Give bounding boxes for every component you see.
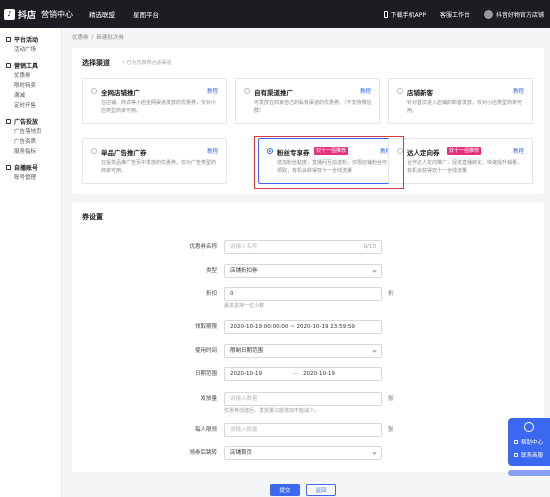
use-time-select[interactable]: 限制日期范围 xyxy=(224,344,382,358)
submit-button[interactable]: 提交 xyxy=(270,484,300,496)
sidebar: 平台活动 活动广场 营销工具 优惠券 限时特卖 满减 定时开售 广告投放 广告落… xyxy=(0,28,62,497)
date-to: 2020-10-19 xyxy=(303,371,335,377)
coupon-type-select[interactable]: 店铺折扣券 xyxy=(224,264,382,278)
back-button[interactable]: 返回 xyxy=(306,484,336,496)
sidebar-item-coupon[interactable]: 优惠券 xyxy=(0,70,61,80)
radio-button[interactable] xyxy=(397,88,403,94)
sidebar-item-metrics[interactable]: 服务指标 xyxy=(0,146,61,156)
help-dock: 帮助中心 联系商服 xyxy=(508,418,550,466)
sidebar-item-account[interactable]: 账号管理 xyxy=(0,172,61,182)
workspace-link[interactable]: 客服工作台 xyxy=(440,10,470,19)
brand-sub: 营销中心 xyxy=(41,9,74,19)
radio-button[interactable] xyxy=(91,148,97,154)
sidebar-title[interactable]: 广告投放 xyxy=(0,116,61,126)
sidebar-item-landing[interactable]: 广告落地页 xyxy=(0,126,61,136)
date-range-picker[interactable]: 2020-10-19 — 2020-10-19 xyxy=(224,367,382,381)
help-icon xyxy=(514,440,518,444)
channel-option-influencer[interactable]: 达人定向券 双十一强推荐 教程 合作达人定向推广，促进直播转化，快速提升销量，有… xyxy=(388,138,533,184)
guide-link[interactable]: 教程 xyxy=(360,87,371,95)
chevron-down-icon xyxy=(372,268,377,273)
sidebar-group-tools: 营销工具 优惠券 限时特卖 满减 定时开售 xyxy=(0,60,61,110)
nav-jingxuan[interactable]: 精选联盟 xyxy=(89,9,115,19)
chevron-down-icon xyxy=(372,450,377,455)
headset-icon xyxy=(524,422,534,432)
field-claim-period: 领取期限 2020-10-19 00:00:00 ~ 2020-10-19 23… xyxy=(72,320,544,334)
highlight-frame xyxy=(254,136,404,189)
per-user-input[interactable]: 请输入数量 xyxy=(224,423,382,437)
sidebar-title[interactable]: 平台活动 xyxy=(0,34,61,44)
field-discount: 折扣 0 折 最多支持一位小数 xyxy=(72,287,544,309)
promo-tag: 双十一强推荐 xyxy=(447,147,482,155)
breadcrumb-coupon[interactable]: 优惠券 xyxy=(72,35,89,41)
channel-option-single-ad[interactable]: 单品广告推广券 教程 在投单品推广告页中发放的优惠券，仅对广告类型的商家可用。 xyxy=(82,138,227,184)
help-center-link[interactable]: 帮助中心 xyxy=(514,438,543,446)
phone-icon xyxy=(383,10,388,18)
chevron-down-icon xyxy=(372,348,377,353)
date-from: 2020-10-19 xyxy=(230,371,262,377)
radio-button[interactable] xyxy=(91,88,97,94)
sidebar-title[interactable]: 自播账号 xyxy=(0,162,61,172)
redirect-select[interactable]: 店铺首页 xyxy=(224,446,382,460)
field-date-range: 日期范围 2020-10-19 — 2020-10-19 xyxy=(72,367,544,381)
shop-menu[interactable]: 抖音好物官方店铺 xyxy=(483,9,544,19)
guide-link[interactable]: 教程 xyxy=(207,87,218,95)
channel-tip: • 已为您推荐合适渠道 xyxy=(122,60,172,66)
sidebar-group-platform: 平台活动 活动广场 xyxy=(0,34,61,54)
claim-period-picker[interactable]: 2020-10-19 00:00:00 ~ 2020-10-19 23:59:5… xyxy=(224,320,382,334)
guide-link[interactable]: 教程 xyxy=(513,147,524,155)
dock-handle[interactable] xyxy=(508,470,550,476)
coupon-name-input[interactable]: 请输入名称 0/10 xyxy=(224,240,382,254)
douyin-logo-icon: ♪ xyxy=(4,8,15,20)
sidebar-group-live: 自播账号 账号管理 xyxy=(0,162,61,182)
guide-link[interactable]: 教程 xyxy=(513,87,524,95)
live-icon xyxy=(6,164,11,170)
field-redirect: 领券后跳转 店铺首页 xyxy=(72,446,544,460)
brand-name: 抖店 xyxy=(18,10,37,21)
radio-button[interactable] xyxy=(244,88,250,94)
channel-option-all[interactable]: 全网店铺推广 教程 在店铺、商详等小店全网渠道发放的优惠券，仅对小店类型商家可用… xyxy=(82,78,227,124)
sidebar-item-activity[interactable]: 活动广场 xyxy=(0,44,61,54)
field-type: 类型 店铺折扣券 xyxy=(72,264,544,278)
sidebar-group-ads: 广告投放 广告落地页 广告资质 服务指标 xyxy=(0,116,61,156)
nav-xingtu[interactable]: 星图平台 xyxy=(133,9,159,19)
sidebar-item-qualification[interactable]: 广告资质 xyxy=(0,136,61,146)
breadcrumb: 优惠券 / 新建批次券 xyxy=(72,35,124,41)
chat-icon xyxy=(514,453,518,457)
logo[interactable]: ♪ 抖店 营销中心 xyxy=(4,8,73,21)
channel-option-newcustomer[interactable]: 店铺新客 教程 针对首次进入店铺的新客发放，仅对小店类型商家可用。 xyxy=(388,78,533,124)
char-count: 0/10 xyxy=(363,244,376,250)
channel-title: 选择渠道 xyxy=(82,59,110,67)
sidebar-title[interactable]: 营销工具 xyxy=(0,60,61,70)
sidebar-item-flash-sale[interactable]: 限时特卖 xyxy=(0,80,61,90)
top-nav: 精选联盟 星图平台 xyxy=(89,9,177,19)
field-quantity: 发放量 请输入数量 张 优惠券创建后，发放量只能增加不能减少。 xyxy=(72,392,544,414)
channel-option-own[interactable]: 自有渠道推广 教程 可发放在商家自己的私有渠道的优惠券。（不支持微信群） xyxy=(235,78,380,124)
field-name: 优惠券名称 请输入名称 0/10 xyxy=(72,240,544,254)
avatar xyxy=(483,9,493,19)
coupon-title: 券设置 xyxy=(82,213,103,221)
coupon-settings-card: 券设置 优惠券名称 请输入名称 0/10 类型 店铺折扣券 折扣 0 折 最多支持… xyxy=(72,202,544,472)
guide-link[interactable]: 教程 xyxy=(207,147,218,155)
download-app-link[interactable]: 下载手机APP xyxy=(383,10,426,19)
breadcrumb-current: 新建批次券 xyxy=(96,35,124,41)
ad-icon xyxy=(6,118,11,124)
date-sep: — xyxy=(293,371,299,377)
top-right: 下载手机APP 客服工作台 抖音好物官方店铺 xyxy=(370,0,544,28)
field-use-time: 使用时间 限制日期范围 xyxy=(72,344,544,358)
download-label: 下载手机APP xyxy=(390,11,426,19)
shop-name: 抖音好物官方店铺 xyxy=(495,11,544,19)
contact-link[interactable]: 联系商服 xyxy=(514,451,543,459)
workspace-label: 客服工作台 xyxy=(439,11,470,19)
quantity-input[interactable]: 请输入数量 xyxy=(224,392,382,406)
discount-input[interactable]: 0 xyxy=(224,287,382,301)
tool-icon xyxy=(6,62,11,68)
sidebar-item-scheduled[interactable]: 定时开售 xyxy=(0,100,61,110)
top-bar: ♪ 抖店 营销中心 精选联盟 星图平台 下载手机APP 客服工作台 抖音好物官方… xyxy=(0,0,550,28)
grid-icon xyxy=(6,36,11,42)
field-per-user: 每人限领 请输入数量 张 xyxy=(72,423,544,437)
sidebar-item-discount[interactable]: 满减 xyxy=(0,90,61,100)
